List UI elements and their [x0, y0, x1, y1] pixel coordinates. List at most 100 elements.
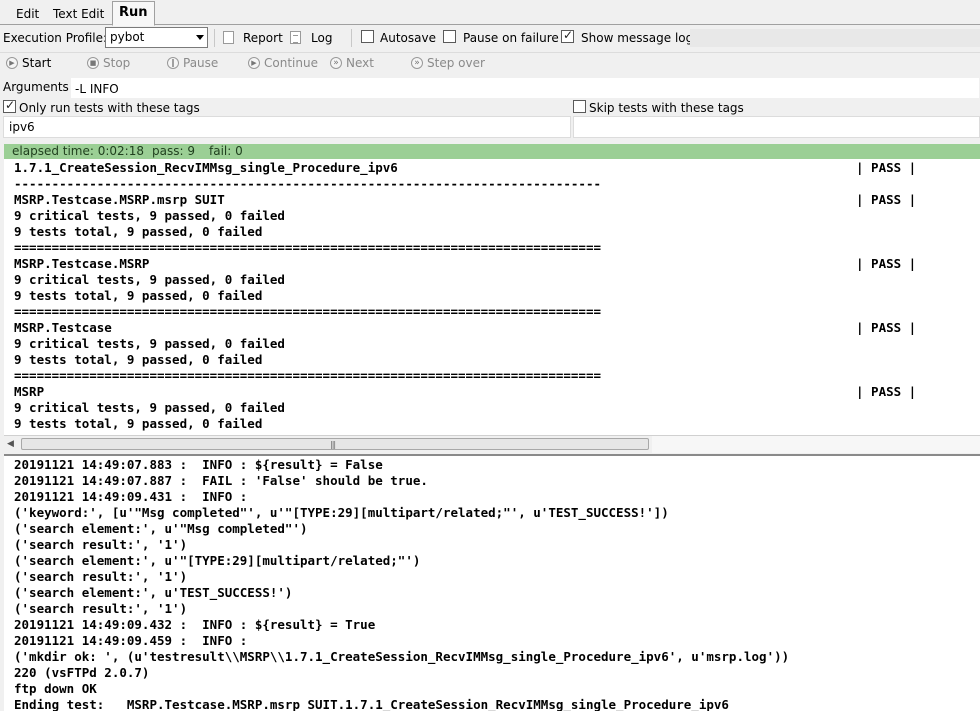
log-line: ftp down OK [14, 681, 97, 696]
only-run-tags-input[interactable]: ipv6 [3, 116, 571, 138]
log-line: Ending test: MSRP.Testcase.MSRP.msrp SUI… [14, 697, 729, 711]
output-line: 9 critical tests, 9 passed, 0 failed [14, 336, 285, 352]
output-line: 9 tests total, 9 passed, 0 failed [14, 288, 262, 304]
scrollbar-thumb[interactable]: ||| [21, 438, 649, 450]
output-line-text: 9 tests total, 9 passed, 0 failed [14, 416, 263, 431]
output-line-text: ----------------------------------------… [14, 176, 601, 191]
log-line: 20191121 14:49:09.459 : INFO : [14, 633, 248, 648]
log-line: ('search element:', u'TEST_SUCCESS!') [14, 585, 293, 600]
output-line: 9 tests total, 9 passed, 0 failed [14, 352, 262, 368]
log-line: ('search result:', '1') [14, 537, 188, 552]
output-line: ========================================… [14, 240, 601, 256]
log-line: ('keyword:', [u'"Msg completed"', u'"[TY… [14, 505, 669, 520]
autosave-checkbox[interactable] [361, 30, 374, 43]
next-icon [330, 55, 342, 71]
pause-on-failure-checkbox[interactable] [443, 30, 456, 43]
output-line-text: 9 critical tests, 9 passed, 0 failed [14, 208, 285, 223]
output-line-status: | PASS | [856, 256, 917, 271]
log-line: ('search result:', '1') [14, 569, 188, 584]
show-message-log-label: Show message log [581, 31, 694, 45]
output-horizontal-scrollbar[interactable]: ◀ ||| [4, 435, 980, 453]
execution-profile-select[interactable]: pybot [105, 27, 208, 48]
stop-button[interactable]: Stop [87, 55, 130, 72]
output-line-text: ========================================… [14, 368, 601, 383]
output-line: 9 critical tests, 9 passed, 0 failed [14, 208, 285, 224]
message-log-panel[interactable]: 20191121 14:49:07.883 : INFO : ${result}… [4, 454, 980, 711]
skip-tags-input[interactable] [573, 116, 980, 138]
output-line: ========================================… [14, 304, 601, 320]
grip-icon: ||| [330, 440, 336, 449]
output-line-text: MSRP.Testcase.MSRP [14, 256, 150, 271]
pass-count: pass: 9 [152, 144, 195, 158]
step-over-icon [411, 55, 423, 71]
stop-label: Stop [103, 56, 131, 70]
output-line-text: 9 critical tests, 9 passed, 0 failed [14, 272, 285, 287]
output-line-text: 9 tests total, 9 passed, 0 failed [14, 224, 263, 239]
report-link[interactable]: Report [243, 30, 283, 46]
skip-tags-label: Skip tests with these tags [589, 101, 744, 115]
next-label: Next [346, 56, 374, 70]
output-line-status: | PASS | [856, 160, 917, 175]
only-run-tags-label: Only run tests with these tags [19, 101, 200, 115]
output-line-text: 9 tests total, 9 passed, 0 failed [14, 352, 263, 367]
log-line: ('search element:', u'"Msg completed"') [14, 521, 308, 536]
log-line: 20191121 14:49:09.431 : INFO : [14, 489, 248, 504]
arguments-input[interactable]: -L INFO [70, 77, 980, 99]
start-label: Start [22, 56, 52, 70]
start-button[interactable]: Start [6, 55, 51, 72]
run-controls-toolbar: Start Stop Pause Continue Next Step over [0, 52, 980, 73]
continue-button[interactable]: Continue [248, 55, 318, 72]
output-line: MSRP.Testcase.MSRP.msrp SUIT | PASS | [14, 192, 916, 208]
output-line: ========================================… [14, 368, 601, 384]
tab-run[interactable]: Run [112, 1, 155, 26]
log-icon [290, 31, 301, 44]
output-line: 1.7.1_CreateSession_RecvIMMsg_single_Pro… [14, 160, 916, 176]
pause-button[interactable]: Pause [167, 55, 218, 72]
output-line-text: 9 critical tests, 9 passed, 0 failed [14, 336, 285, 351]
log-line: 20191121 14:49:09.432 : INFO : ${result}… [14, 617, 376, 632]
output-line: MSRP.Testcase.MSRP | PASS | [14, 256, 916, 272]
scroll-left-icon[interactable]: ◀ [7, 439, 14, 449]
tab-edit[interactable]: Edit [9, 3, 46, 25]
output-line: MSRP | PASS | [14, 384, 916, 400]
log-line: 220 (vsFTPd 2.0.7) [14, 665, 150, 680]
output-line: 9 critical tests, 9 passed, 0 failed [14, 400, 285, 416]
output-line-text: 9 tests total, 9 passed, 0 failed [14, 288, 263, 303]
arguments-value: -L INFO [75, 82, 119, 96]
output-panel[interactable]: 1.7.1_CreateSession_RecvIMMsg_single_Pro… [4, 159, 980, 435]
stop-icon [87, 55, 99, 71]
only-run-tags-checkbox[interactable] [3, 98, 16, 113]
continue-label: Continue [264, 56, 318, 70]
tab-text-edit[interactable]: Text Edit [46, 3, 111, 25]
fail-count: fail: 0 [209, 144, 243, 158]
toolbar-separator [351, 29, 352, 47]
output-line: MSRP.Testcase | PASS | [14, 320, 916, 336]
output-line-text: MSRP [14, 384, 45, 399]
arguments-row: Arguments: -L INFO [0, 77, 980, 99]
toolbar-filler [690, 29, 980, 47]
only-run-tags-value: ipv6 [9, 120, 35, 134]
log-line: ('search element:', u'"[TYPE:29][multipa… [14, 553, 421, 568]
report-icon [223, 31, 234, 44]
pause-label: Pause [183, 56, 219, 70]
output-line-text: 1.7.1_CreateSession_RecvIMMsg_single_Pro… [14, 160, 398, 175]
play-icon [248, 55, 260, 71]
output-line-status: | PASS | [856, 384, 917, 399]
play-icon [6, 55, 18, 71]
pause-on-failure-label: Pause on failure [463, 31, 559, 45]
skip-tags-checkbox[interactable] [573, 100, 586, 113]
chevron-down-icon [196, 35, 204, 40]
log-link[interactable]: Log [311, 30, 332, 46]
execution-profile-toolbar: Execution Profile: pybot Report Log Auto… [0, 26, 980, 50]
arguments-label: Arguments: [3, 80, 73, 94]
autosave-label: Autosave [380, 31, 436, 45]
output-line-text: MSRP.Testcase.MSRP.msrp SUIT [14, 192, 225, 207]
step-over-button[interactable]: Step over [411, 55, 485, 72]
log-line: ('search result:', '1') [14, 601, 188, 616]
run-status-bar: elapsed time: 0:02:18 pass: 9 fail: 0 [4, 144, 980, 159]
execution-profile-value: pybot [110, 30, 145, 44]
show-message-log-checkbox[interactable] [561, 28, 574, 43]
log-line: 20191121 14:49:07.883 : INFO : ${result}… [14, 457, 383, 472]
next-button[interactable]: Next [330, 55, 374, 72]
scrollbar-track [652, 436, 980, 453]
